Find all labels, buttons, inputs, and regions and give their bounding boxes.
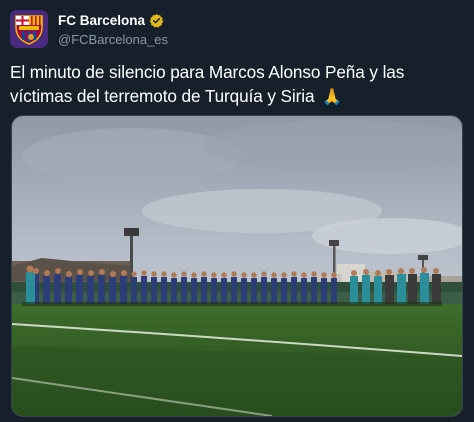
account-handle[interactable]: @FCBarcelona_es (58, 32, 168, 47)
tweet-header: FC Barcelona @FCBarcelona_es (10, 9, 168, 49)
photo-icon (12, 116, 462, 416)
display-name[interactable]: FC Barcelona (58, 13, 145, 28)
tweet-body: El minuto de silencio para Marcos Alonso… (10, 62, 405, 106)
verified-badge-icon[interactable] (149, 13, 164, 28)
avatar[interactable] (10, 10, 48, 48)
fcb-crest-icon (15, 15, 43, 45)
tweet-card: FC Barcelona @FCBarcelona_es El minuto d… (0, 0, 474, 422)
tweet-text: El minuto de silencio para Marcos Alonso… (10, 60, 465, 110)
name-row: FC Barcelona (58, 12, 168, 30)
account-names: FC Barcelona @FCBarcelona_es (58, 12, 168, 47)
tweet-photo[interactable] (11, 115, 463, 417)
praying-hands-emoji: 🙏 (322, 89, 342, 106)
